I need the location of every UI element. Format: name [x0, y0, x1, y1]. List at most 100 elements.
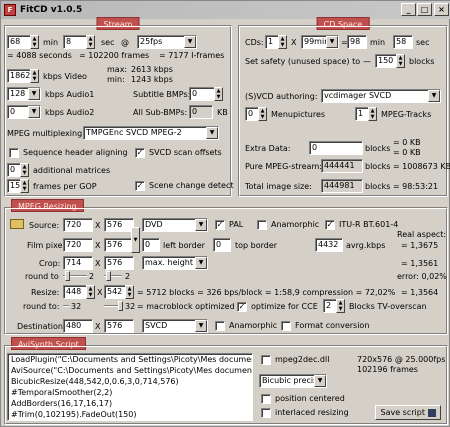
- stream-min-label: min: [43, 38, 59, 47]
- pure-mpeg-value: 444441: [321, 159, 363, 173]
- crop-mode-select[interactable]: max. height ▼: [142, 256, 208, 270]
- authoring-select[interactable]: vcdimager SVCD ▼: [321, 89, 441, 103]
- resize-height-input[interactable]: 542: [104, 285, 126, 299]
- seq-header-checkbox[interactable]: [9, 148, 19, 158]
- close-button[interactable]: ×: [434, 3, 449, 16]
- anamorphic-source-checkbox[interactable]: [257, 220, 267, 230]
- safety-input[interactable]: 150: [375, 54, 397, 68]
- resize-width-input[interactable]: 448: [63, 285, 87, 299]
- dest-x: X: [95, 322, 101, 331]
- tracks-input[interactable]: 1: [355, 107, 369, 121]
- matrices-spin[interactable]: ▲ ▼: [20, 163, 29, 177]
- source-format-select[interactable]: DVD ▼: [142, 218, 208, 232]
- round2-width-slider[interactable]: [63, 305, 69, 307]
- film-link-arrow[interactable]: ▼: [131, 227, 140, 253]
- pal-checkbox[interactable]: ✓: [215, 220, 225, 230]
- avisynth-script-editor[interactable]: LoadPlugin("C:\Documents and Settings\Pi…: [7, 353, 253, 421]
- subtitle-bmps-spin[interactable]: ▲ ▼: [214, 87, 223, 101]
- round-width-thumb[interactable]: [65, 271, 70, 281]
- chevron-down-icon: ▼: [195, 219, 207, 231]
- dest-width-input[interactable]: 480: [63, 319, 93, 333]
- stream-sec-input[interactable]: 8: [63, 35, 87, 49]
- cds-label: CDs:: [245, 38, 264, 47]
- minimize-button[interactable]: _: [401, 3, 416, 16]
- stream-at-label: @: [121, 38, 129, 47]
- tracks-label: MPEG-Tracks: [381, 110, 432, 119]
- itu-checkbox[interactable]: ✓: [325, 220, 335, 230]
- position-centered-checkbox[interactable]: [261, 394, 271, 404]
- left-border-input[interactable]: 0: [142, 238, 160, 252]
- stream-sec-spin[interactable]: ▲ ▼: [86, 35, 95, 49]
- source-height-input[interactable]: 576: [104, 218, 134, 232]
- maximize-button[interactable]: □: [417, 3, 432, 16]
- cd-sec-input[interactable]: 58: [393, 35, 413, 49]
- video-kbps-input[interactable]: 1862: [7, 69, 31, 83]
- cd-sec-label: sec: [416, 38, 430, 47]
- authoring-value: vcdimager SVCD: [324, 91, 392, 100]
- stream-min-input[interactable]: 68: [7, 35, 31, 49]
- dest-height-input[interactable]: 576: [104, 319, 134, 333]
- script-line: #Trim(0,102195).FadeOut(150): [11, 410, 137, 419]
- gop-spin[interactable]: ▲ ▼: [20, 179, 29, 193]
- avrg-kbps-input[interactable]: 4432: [315, 238, 343, 252]
- cd-space-group-title: CD Space: [316, 17, 370, 30]
- tv-overscan-label: Blocks TV-overscan: [349, 302, 427, 311]
- kb-label: KB: [217, 108, 228, 117]
- gop-input[interactable]: 15: [7, 179, 21, 193]
- film-height-input[interactable]: 576: [104, 238, 134, 252]
- mpeg2dec-checkbox[interactable]: [261, 355, 271, 365]
- safety-spin[interactable]: ▲ ▼: [396, 54, 405, 68]
- crop-width-input[interactable]: 714: [63, 256, 93, 270]
- chevron-down-icon: ▼: [195, 257, 207, 269]
- round2-height-thumb[interactable]: [118, 301, 123, 311]
- chevron-down-icon: ▼: [184, 36, 196, 48]
- stream-min-spin[interactable]: ▲ ▼: [30, 35, 39, 49]
- matrices-input[interactable]: 0: [7, 163, 21, 177]
- resize-height-spin[interactable]: ▲ ▼: [125, 285, 134, 299]
- video-kbps-spin[interactable]: ▲ ▼: [30, 69, 39, 83]
- scene-change-checkbox[interactable]: ✓: [135, 181, 145, 191]
- mux-select[interactable]: TMPGEnc SVCD MPEG-2 ▼: [83, 126, 219, 140]
- svcd-scan-checkbox[interactable]: ✓: [135, 148, 145, 158]
- round2-height-slider[interactable]: [104, 305, 118, 307]
- extra-data-input[interactable]: 0: [309, 141, 363, 155]
- tv-overscan-input[interactable]: 2: [323, 299, 337, 313]
- fps-select[interactable]: 25fps ▼: [137, 35, 197, 49]
- crop-height-input[interactable]: 576: [104, 256, 134, 270]
- cd-min-input[interactable]: 98: [347, 35, 367, 49]
- audio1-select[interactable]: 128 ▼: [7, 87, 41, 101]
- menupics-spin[interactable]: ▲ ▼: [258, 107, 267, 121]
- save-script-button[interactable]: Save script: [375, 405, 441, 420]
- gop-label: frames per GOP: [33, 182, 97, 191]
- cds-input[interactable]: 1: [265, 35, 279, 49]
- anamorphic-dest-checkbox[interactable]: [215, 321, 225, 331]
- top-border-label: top border: [235, 241, 278, 250]
- top-border-input[interactable]: 0: [213, 238, 231, 252]
- optimize-cce-checkbox[interactable]: ✓: [237, 302, 247, 312]
- save-script-label: Save script: [380, 408, 425, 417]
- subtitle-bmps-input[interactable]: 0: [189, 87, 215, 101]
- format-conversion-checkbox[interactable]: [281, 321, 291, 331]
- source-width-input[interactable]: 720: [63, 218, 93, 232]
- tracks-spin[interactable]: ▲ ▼: [368, 107, 377, 121]
- avisynth-group-title: AviSynth Script: [11, 337, 86, 350]
- menupics-label: Menupictures: [271, 110, 326, 119]
- cds-spin[interactable]: ▲ ▼: [278, 35, 287, 49]
- interlaced-checkbox[interactable]: [261, 408, 271, 418]
- cd-size-select[interactable]: 99min ▼: [301, 35, 339, 49]
- video-info-line-1: 720x576 @ 25.000fps: [357, 355, 446, 364]
- audio2-select[interactable]: 0 ▼: [7, 105, 41, 119]
- script-line: AviSource("C:\Documents and Settings\Pic…: [11, 366, 253, 375]
- resize-width-spin[interactable]: ▲ ▼: [86, 285, 95, 299]
- script-line: BicubicResize(448,542,0,0.6,3,0,714,576): [11, 377, 179, 386]
- tv-overscan-spin[interactable]: ▲ ▼: [336, 299, 345, 313]
- folder-open-icon[interactable]: [10, 219, 24, 229]
- min-value: 1243 kbps: [131, 75, 173, 84]
- resize-filter-select[interactable]: Bicubic precise ▼: [259, 374, 327, 388]
- film-width-input[interactable]: 720: [63, 238, 93, 252]
- all-sub-bmps-value: 0: [189, 105, 213, 119]
- dest-format-select[interactable]: SVCD ▼: [142, 319, 208, 333]
- app-icon: F: [4, 4, 16, 16]
- menupics-input[interactable]: 0: [245, 107, 259, 121]
- round-height-thumb[interactable]: [106, 271, 111, 281]
